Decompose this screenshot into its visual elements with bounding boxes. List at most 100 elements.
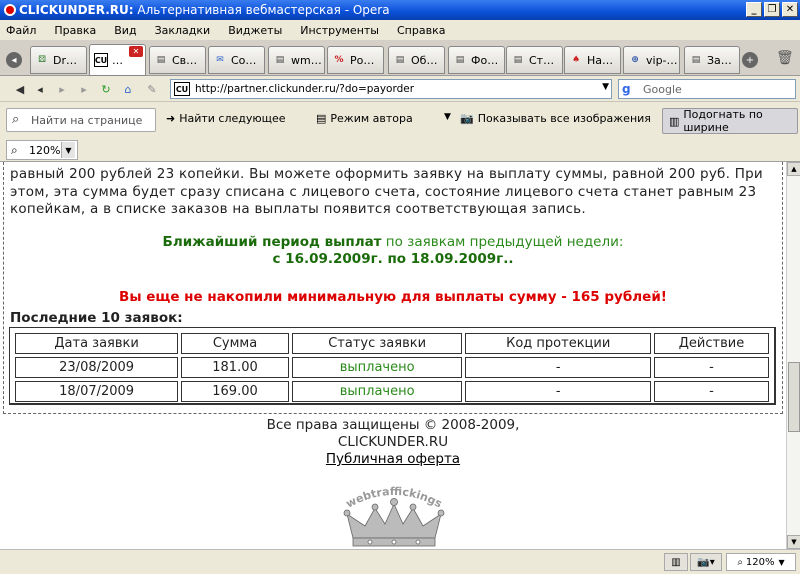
- rewind-icon[interactable]: ◂: [32, 81, 48, 97]
- tab-label: Ст…: [529, 53, 555, 67]
- find-input[interactable]: ⌕ Найти на странице: [6, 108, 156, 132]
- tab-favicon-icon: ♠: [571, 55, 581, 65]
- table-header-row: Дата заявки Сумма Статус заявки Код прот…: [15, 333, 769, 354]
- window-title-text: Альтернативная вебмастерская - Opera: [133, 3, 390, 17]
- menu-bookmarks[interactable]: Закладки: [155, 24, 211, 37]
- find-next-button[interactable]: ➜ Найти следующее: [166, 112, 286, 125]
- back-icon[interactable]: ◀: [12, 81, 28, 97]
- tab-7[interactable]: ▤ Об…: [388, 46, 445, 74]
- tab-scroll-left-icon[interactable]: ◂: [6, 52, 22, 68]
- table-row: 18/07/2009 169.00 выплачено - -: [15, 381, 769, 402]
- search-field[interactable]: g Google: [618, 79, 796, 99]
- zoom-select[interactable]: ⌕ 120% ▼: [6, 140, 78, 160]
- tab-favicon-icon: CU: [94, 53, 108, 67]
- fit-width-button[interactable]: ▥ Подогнать по ширине: [662, 108, 798, 134]
- minimize-button[interactable]: _: [746, 2, 762, 17]
- zoom-dropdown-icon[interactable]: ▼: [61, 142, 75, 158]
- scroll-up-icon[interactable]: ▲: [787, 162, 800, 176]
- tab-3[interactable]: ▤ Св…: [149, 46, 206, 74]
- window-controls: _ ❐ ✕: [746, 2, 798, 17]
- menu-file[interactable]: Файл: [6, 24, 36, 37]
- menu-widgets[interactable]: Виджеты: [228, 24, 282, 37]
- tab-label: За…: [707, 53, 732, 67]
- tab-label: Об…: [411, 53, 438, 67]
- address-field[interactable]: CU http://partner.clickunder.ru/?do=payo…: [170, 79, 612, 99]
- author-mode-dropdown-icon[interactable]: ▼: [444, 112, 451, 122]
- menu-edit[interactable]: Правка: [54, 24, 96, 37]
- tab-12[interactable]: ▤ За…: [684, 46, 740, 74]
- tab-favicon-icon: ▤: [513, 55, 523, 65]
- webtraffickings-logo[interactable]: webtraffickings: [335, 480, 453, 549]
- close-window-button[interactable]: ✕: [782, 2, 798, 17]
- google-icon: g: [622, 82, 631, 96]
- site-favicon-icon: CU: [174, 82, 190, 96]
- tab-favicon-icon: ▤: [395, 55, 405, 65]
- scroll-thumb[interactable]: [788, 362, 800, 432]
- fast-forward-icon[interactable]: ▸: [76, 81, 92, 97]
- menu-view[interactable]: Вид: [114, 24, 136, 37]
- close-tab-icon[interactable]: ✕: [129, 46, 143, 57]
- vertical-scrollbar[interactable]: ▲ ▼: [786, 162, 800, 549]
- fit-width-status-icon[interactable]: ▥: [664, 553, 688, 571]
- tab-favicon-icon: ▤: [455, 55, 465, 65]
- author-mode-button[interactable]: ▤ Режим автора: [316, 112, 413, 125]
- tab-1[interactable]: ⚄ Dr…: [30, 46, 87, 74]
- tab-label: …: [112, 53, 123, 67]
- menu-bar: Файл Правка Вид Закладки Виджеты Инструм…: [0, 20, 800, 40]
- minimum-warning: Вы еще не накопили минимальную для выпла…: [119, 289, 667, 305]
- tab-2[interactable]: CU … ✕: [89, 44, 146, 76]
- payout-period: Ближайший период выплат по заявкам преды…: [0, 234, 786, 268]
- page-content: равный 200 рублей 23 копейки. Вы можете …: [0, 162, 786, 549]
- fit-width-icon: ▥: [669, 114, 680, 128]
- tab-11[interactable]: ⊕ vip-…: [623, 46, 680, 74]
- tab-6[interactable]: % Ро…: [327, 46, 384, 74]
- address-url: http://partner.clickunder.ru/?do=payorde…: [195, 83, 415, 95]
- window-title-bar[interactable]: CLICKUNDER.RU: Альтернативная вебмастерс…: [0, 0, 800, 20]
- payout-description: равный 200 рублей 23 копейки. Вы можете …: [10, 166, 763, 217]
- col-action: Действие: [653, 333, 769, 354]
- status-bar: ▥ 📷▾ ⌕ 120% ▼: [0, 549, 800, 574]
- tab-favicon-icon: ⊕: [631, 55, 639, 65]
- zoom-value: 120%: [29, 143, 61, 157]
- search-icon: ⌕: [12, 112, 20, 127]
- cell-protection-code: -: [465, 357, 651, 378]
- cell-protection-code: -: [465, 381, 651, 402]
- status-zoom[interactable]: ⌕ 120% ▼: [726, 553, 796, 571]
- cell-amount: 181.00: [181, 357, 289, 378]
- find-toolbar: ⌕ Найти на странице ➜ Найти следующее ▤ …: [0, 102, 800, 138]
- tab-5[interactable]: ▤ wm…: [268, 46, 325, 74]
- show-images-button[interactable]: 📷 Показывать все изображения: [460, 112, 651, 125]
- scroll-down-icon[interactable]: ▼: [787, 535, 800, 549]
- tab-label: vip-…: [646, 53, 678, 67]
- col-date: Дата заявки: [15, 333, 179, 354]
- status-zoom-dropdown-icon[interactable]: ▼: [779, 558, 785, 567]
- forward-icon[interactable]: ▸: [54, 81, 70, 97]
- images-status-icon[interactable]: 📷▾: [690, 553, 722, 571]
- edit-icon[interactable]: ✎: [144, 81, 160, 97]
- footer-copyright: Все права защищены © 2008-2009,: [266, 417, 520, 433]
- col-amount: Сумма: [181, 333, 289, 354]
- tab-favicon-icon: ▤: [275, 55, 285, 65]
- arrow-right-icon: ➜: [166, 112, 176, 125]
- new-tab-icon[interactable]: +: [742, 52, 758, 68]
- address-dropdown-icon[interactable]: ▼: [602, 82, 609, 92]
- menu-tools[interactable]: Инструменты: [300, 24, 379, 37]
- trash-icon[interactable]: 🗑: [776, 50, 794, 66]
- col-status: Статус заявки: [291, 333, 463, 354]
- fit-width-label: Подогнать по ширине: [683, 108, 763, 134]
- maximize-button[interactable]: ❐: [764, 2, 780, 17]
- tab-4[interactable]: ✉ Co…: [208, 46, 265, 74]
- public-offer-link[interactable]: Публичная оферта: [326, 451, 460, 467]
- menu-help[interactable]: Справка: [397, 24, 445, 37]
- footer-site: CLICKUNDER.RU: [337, 434, 449, 450]
- tab-9[interactable]: ▤ Ст…: [506, 46, 563, 74]
- payout-period-title: Ближайший период выплат: [162, 234, 382, 250]
- show-images-label: Показывать все изображения: [477, 112, 651, 125]
- reload-icon[interactable]: ↻: [98, 81, 114, 97]
- home-icon[interactable]: ⌂: [120, 81, 136, 97]
- tab-10[interactable]: ♠ На…: [564, 46, 621, 74]
- tab-favicon-icon: ▤: [156, 55, 166, 65]
- tab-label: wm…: [291, 53, 322, 67]
- col-protection-code: Код протекции: [465, 333, 651, 354]
- tab-8[interactable]: ▤ Фо…: [448, 46, 505, 74]
